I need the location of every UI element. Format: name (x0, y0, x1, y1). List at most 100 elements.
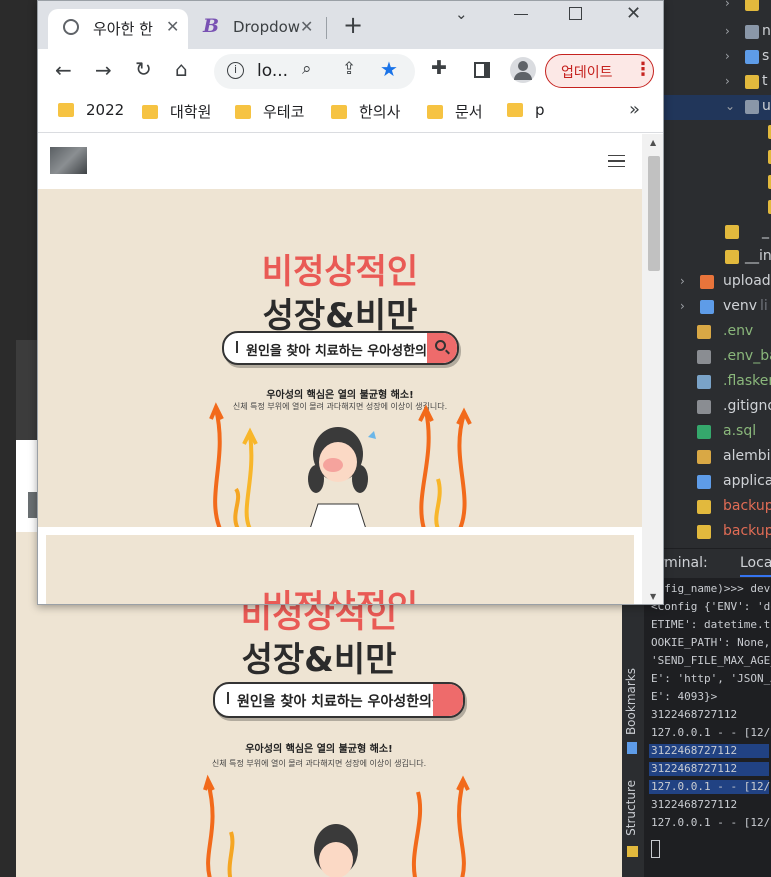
hero-search-pill[interactable]: 원인을 찾아 치료하는 우아성한의원 (222, 331, 459, 365)
ide-side-tool-strip: Bookmarks Structure (620, 600, 645, 877)
terminal-line: ETIME': datetime.tim (651, 618, 771, 631)
terminal-line: 3122468727112 (649, 744, 769, 758)
hero-title-red: 비정상적인 (261, 252, 419, 292)
file-icon (745, 25, 759, 39)
hero-illustration (209, 402, 472, 527)
globe-icon (63, 19, 79, 35)
kebab-menu-icon[interactable]: ⋮ (634, 59, 652, 80)
bookmark-item[interactable]: 대학원 (142, 101, 211, 125)
scroll-down-arrow-icon[interactable]: ▼ (650, 592, 656, 601)
hero-search-text: 원인을 찾아 치료하는 우아성한의원 (246, 344, 439, 359)
bookmarks-overflow-button[interactable]: » (629, 99, 640, 120)
file-icon (697, 375, 711, 389)
venv-library-suffix: li (760, 298, 768, 314)
bookmark-item[interactable]: p (507, 101, 545, 125)
scroll-up-arrow-icon[interactable]: ▲ (650, 138, 656, 147)
tree-item-label: .env (723, 323, 754, 339)
site-header (38, 134, 642, 189)
page-scrollbar[interactable]: ▲ ▼ (642, 134, 663, 604)
site-logo[interactable] (50, 147, 87, 174)
file-icon (697, 450, 711, 464)
search-icon[interactable] (427, 333, 457, 363)
terminal-line: E': 4093}> (651, 690, 718, 703)
tree-item-label: .env_ba (723, 348, 771, 364)
tree-item-label: alembic (723, 448, 771, 464)
side-panel-icon[interactable] (474, 62, 490, 78)
tree-item-label: backup (723, 498, 771, 514)
tree-item-label: a.sql (723, 423, 757, 439)
bookmarks-bar: 2022 대학원 우테코 한의사 문서 p » (38, 93, 663, 133)
tab-active[interactable]: 우아한 한 ✕ (48, 9, 188, 49)
page-viewport: 비정상적인 성장&비만 원인을 찾아 치료하는 우아성한의원 우아성의 핵심은 … (38, 134, 663, 604)
tree-chevron-icon[interactable]: ⌄ (725, 99, 735, 113)
file-icon (745, 75, 759, 89)
browser-toolbar: ← → ↻ ⌂ i lo... ⌕ ⇪ ★ ✚ 업데이트 ⋮ (38, 49, 663, 93)
tree-item-label: n (762, 23, 771, 39)
file-icon (697, 475, 711, 489)
bookmark-label: 2022 (86, 101, 125, 119)
tree-chevron-icon[interactable]: › (725, 49, 730, 63)
tree-chevron-icon[interactable]: › (680, 274, 685, 288)
minimize-button[interactable] (514, 14, 528, 15)
terminal-line: <Config {'ENV': 'de (651, 600, 771, 613)
maximize-button[interactable] (569, 7, 582, 20)
tab-inactive-title: Dropdow (233, 18, 301, 36)
back-arrow-icon[interactable]: ← (55, 58, 72, 82)
update-button[interactable]: 업데이트 ⋮ (545, 54, 654, 88)
share-icon[interactable]: ⇪ (342, 59, 356, 79)
terminal-line: 127.0.0.1 - - [12/D (651, 726, 771, 739)
second-hero-title-red: 비정상적인 (46, 580, 634, 604)
profile-avatar-icon[interactable] (510, 57, 536, 83)
bookmark-label: 우테코 (263, 103, 305, 121)
browser-window: 우아한 한 ✕ B Dropdow ✕ + ⌄ ✕ ← → ↻ ⌂ i lo..… (37, 0, 664, 605)
tree-item-label: t (762, 73, 768, 89)
close-tab-icon[interactable]: ✕ (300, 17, 313, 36)
terminal-line: 3122468727112 (649, 762, 769, 776)
close-tab-icon[interactable]: ✕ (166, 17, 179, 36)
bookmark-label: 한의사 (359, 103, 401, 121)
bookmark-item[interactable]: 우테코 (235, 101, 304, 125)
zoom-icon[interactable]: ⌕ (302, 59, 312, 79)
address-bar[interactable]: i lo... ⌕ ⇪ ★ (214, 54, 415, 89)
terminal-line: OOKIE_PATH': None, (651, 636, 771, 649)
extensions-icon[interactable]: ✚ (431, 57, 447, 79)
forward-arrow-icon[interactable]: → (95, 58, 112, 82)
background-window-edge (16, 440, 38, 480)
bookmarks-tool-tab[interactable]: Bookmarks (624, 668, 638, 735)
file-icon (745, 50, 759, 64)
site-info-icon[interactable]: i (227, 62, 244, 79)
hamburger-menu-icon[interactable] (608, 155, 625, 167)
bookmarks-icon (627, 742, 637, 754)
bookmark-star-icon[interactable]: ★ (380, 57, 398, 81)
terminal-output[interactable]: onfig_name)>>> deve <Config {'ENV': 'de ET… (645, 578, 771, 877)
folder-icon (331, 105, 347, 119)
folder-icon (142, 105, 158, 119)
tree-chevron-icon[interactable]: › (680, 299, 685, 313)
reload-icon[interactable]: ↻ (135, 57, 152, 81)
terminal-line: 'SEND_FILE_MAX_AGE_ (651, 654, 771, 667)
bookmark-item[interactable]: 한의사 (331, 101, 400, 125)
folder-icon (58, 103, 74, 117)
bookmark-item[interactable]: 2022 (58, 101, 124, 125)
close-window-button[interactable]: ✕ (626, 3, 641, 24)
home-icon[interactable]: ⌂ (175, 57, 188, 81)
scrollbar-thumb[interactable] (648, 156, 660, 271)
tree-chevron-icon[interactable]: › (725, 74, 730, 88)
address-text[interactable]: lo... (257, 61, 288, 81)
tree-item-label: .gitigno (723, 398, 771, 414)
terminal-line: E': 'http', 'JSON_A (651, 672, 771, 685)
tree-chevron-icon[interactable]: › (725, 0, 730, 10)
file-icon (745, 100, 759, 114)
bookmark-item[interactable]: 문서 (427, 101, 483, 125)
bookmark-label: 대학원 (170, 103, 212, 121)
tab-inactive[interactable]: B Dropdow ✕ (196, 9, 326, 49)
file-icon (725, 225, 739, 239)
new-tab-button[interactable]: + (343, 11, 363, 39)
structure-tool-tab[interactable]: Structure (624, 780, 638, 836)
chevron-down-icon[interactable]: ⌄ (455, 5, 468, 23)
tree-item-label: __in (745, 248, 771, 264)
file-icon (697, 525, 711, 539)
tree-chevron-icon[interactable]: › (725, 24, 730, 38)
file-icon (697, 325, 711, 339)
terminal-local-tab[interactable]: Loca (740, 555, 771, 577)
